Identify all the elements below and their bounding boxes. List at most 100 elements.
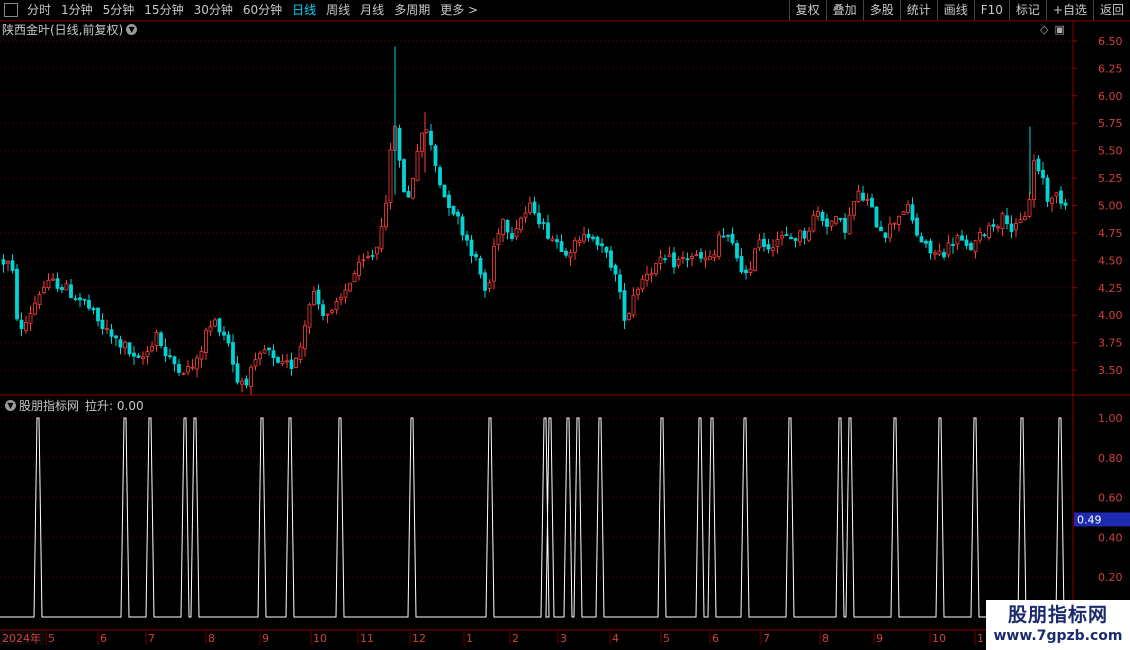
candle: [663, 254, 667, 264]
candle: [69, 279, 73, 299]
candle: [478, 255, 483, 279]
candle: [96, 307, 100, 327]
price-tick-label: 3.50: [1098, 364, 1123, 377]
candle: [55, 272, 60, 292]
candle: [811, 210, 816, 233]
candle: [793, 237, 798, 248]
candle: [73, 295, 78, 301]
candle: [960, 229, 964, 241]
candle: [87, 294, 91, 311]
candle: [969, 240, 973, 252]
candle: [591, 234, 595, 242]
candle: [361, 253, 366, 268]
candle: [546, 214, 550, 240]
candle: [951, 237, 955, 254]
candle: [114, 335, 118, 347]
candle: [447, 190, 451, 216]
candle: [289, 352, 294, 376]
month-label: 7: [148, 632, 155, 645]
month-label: 5: [663, 632, 670, 645]
candle: [685, 252, 690, 268]
candle: [622, 282, 627, 330]
candle: [766, 239, 771, 254]
candle: [312, 286, 316, 306]
price-tick-label: 6.00: [1098, 90, 1123, 103]
candle: [888, 216, 892, 243]
candle: [366, 250, 370, 259]
candle: [33, 295, 37, 316]
candle: [411, 177, 415, 200]
candle: [199, 346, 204, 368]
candle: [807, 226, 811, 243]
candle: [303, 320, 307, 357]
indicator-tick-label: 1.00: [1098, 412, 1123, 425]
candle: [726, 234, 730, 242]
candle: [906, 200, 910, 215]
candle: [231, 334, 235, 373]
candle: [208, 320, 213, 336]
candle: [924, 239, 928, 249]
candle: [136, 353, 141, 359]
price-axis: 6.50 6.25 6.00 5.75 5.50 5.25 5.00 4.75 4.50 4.25…: [1073, 35, 1130, 584]
candle: [573, 237, 577, 260]
candle: [501, 218, 505, 243]
candle: [222, 325, 226, 341]
candle: [654, 262, 658, 277]
candle: [456, 209, 460, 225]
candle: [1014, 218, 1018, 238]
price-tick-label: 4.75: [1098, 227, 1123, 240]
price-tick-label: 4.50: [1098, 254, 1123, 267]
candle: [582, 226, 586, 244]
candle: [181, 372, 186, 376]
candle: [1, 254, 6, 273]
candle: [262, 344, 267, 354]
candle: [879, 220, 883, 232]
candle: [1045, 174, 1050, 207]
price-tick-label: 5.50: [1098, 145, 1123, 158]
candle: [235, 356, 240, 385]
chart-canvas[interactable]: 6.50 6.25 6.00 5.75 5.50 5.25 5.00 4.75 4.50 4.25…: [0, 0, 1130, 650]
month-label: 7: [763, 632, 770, 645]
candle: [865, 193, 870, 206]
candle: [159, 330, 163, 349]
candle: [334, 297, 339, 314]
indicator-tick-label: 0.80: [1098, 452, 1123, 465]
candle: [348, 282, 352, 293]
candle: [451, 205, 456, 216]
candle: [19, 312, 24, 337]
price-tick-label: 6.25: [1098, 62, 1123, 75]
candle: [537, 204, 541, 229]
candle: [460, 213, 465, 241]
candle: [550, 235, 555, 242]
candle: [141, 351, 145, 365]
candle: [217, 317, 222, 337]
candle: [991, 218, 996, 232]
price-tick-label: 5.00: [1098, 200, 1123, 213]
candle: [730, 227, 735, 246]
candle: [627, 312, 631, 321]
candle: [51, 272, 55, 282]
month-label: 6: [712, 632, 719, 645]
candle: [510, 226, 514, 242]
candle: [708, 250, 712, 260]
candle: [676, 256, 681, 268]
candle: [1063, 198, 1068, 210]
year-label: 2024年: [2, 631, 41, 645]
candle: [469, 235, 474, 264]
candle: [1032, 154, 1036, 208]
candle: [352, 270, 357, 283]
candlestick-series: [1, 46, 1068, 395]
candle: [330, 308, 334, 315]
month-label: 6: [100, 632, 107, 645]
candle: [672, 247, 676, 274]
month-label: 11: [360, 632, 374, 645]
candle: [883, 232, 888, 243]
candle: [145, 345, 150, 365]
price-tick-label: 5.25: [1098, 172, 1123, 185]
candle: [901, 211, 906, 215]
price-tick-label: 6.50: [1098, 35, 1123, 48]
candle: [519, 216, 523, 234]
candle: [604, 246, 609, 258]
candle: [172, 355, 177, 372]
candle: [847, 207, 852, 235]
